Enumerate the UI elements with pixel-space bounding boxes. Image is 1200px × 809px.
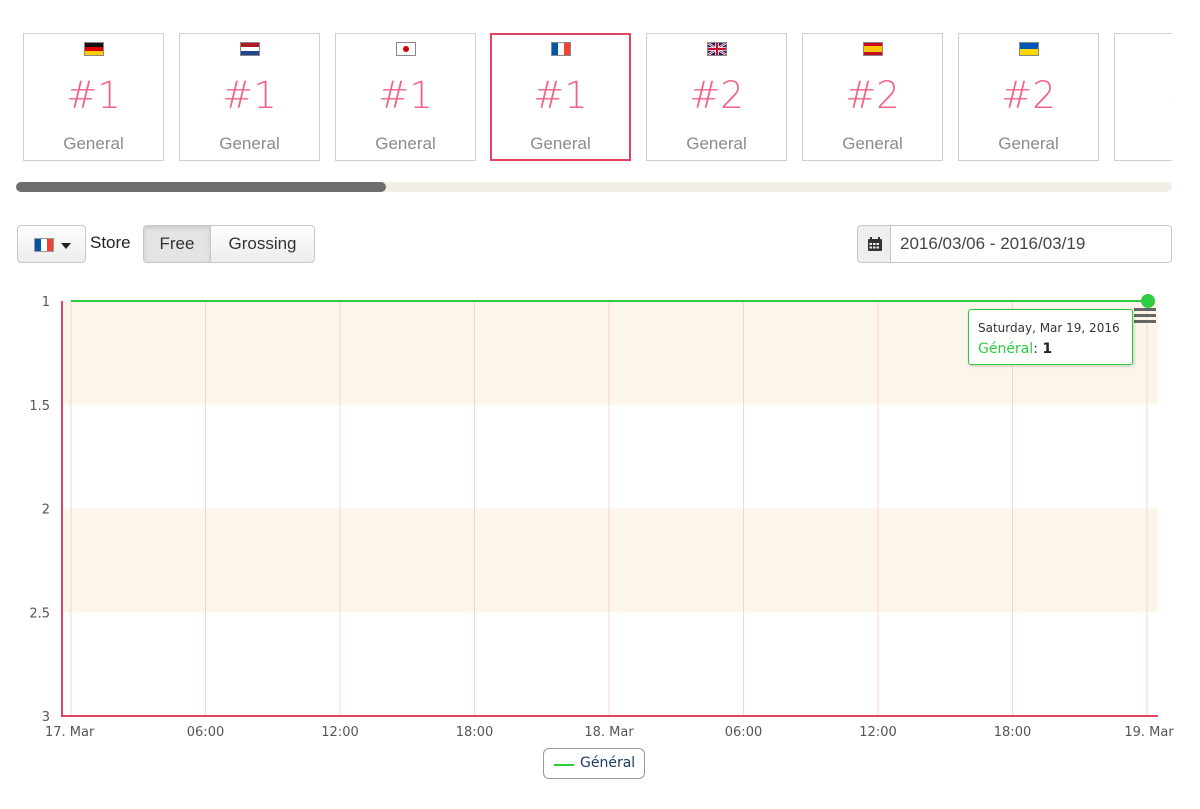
uk-flag-icon — [706, 42, 727, 56]
tooltip-value: 1 — [1042, 341, 1053, 357]
grossing-button[interactable]: Grossing — [211, 225, 315, 263]
country-card[interactable]: #1 General — [179, 33, 320, 161]
country-cards-strip: #1 General #1 General #1 General #1 General #2 Ge… — [0, 0, 1172, 175]
card-rank: #1 — [66, 74, 121, 117]
legend-swatch — [554, 764, 574, 766]
card-category: General — [842, 134, 903, 153]
card-rank: #2 — [845, 74, 900, 117]
country-card[interactable]: #2 General — [958, 33, 1099, 161]
store-label: Store — [90, 233, 131, 252]
card-category: Ge — [1115, 134, 1172, 154]
card-category: General — [686, 134, 747, 153]
calendar-icon — [868, 237, 882, 251]
card-category: General — [219, 134, 280, 153]
y-tick-label: 1.5 — [29, 399, 50, 414]
y-tick-label: 2 — [42, 503, 50, 518]
card-category: General — [375, 134, 436, 153]
x-tick-label: 19. Mar — [1124, 725, 1174, 740]
spain-flag-icon — [862, 42, 883, 56]
y-tick-label: 2.5 — [29, 606, 50, 621]
x-tick-label: 18:00 — [994, 725, 1031, 740]
y-tick-label: 3 — [42, 710, 50, 725]
x-tick-label: 18. Mar — [584, 725, 634, 740]
country-card[interactable]: #1 General — [335, 33, 476, 161]
country-card[interactable]: #2 General — [802, 33, 943, 161]
card-category: General — [63, 134, 124, 153]
card-rank: #1 — [378, 74, 433, 117]
country-dropdown-button[interactable] — [17, 225, 86, 263]
tooltip-date: Saturday, Mar 19, 2016 — [978, 321, 1120, 335]
france-flag-icon — [550, 42, 571, 56]
germany-flag-icon — [83, 42, 104, 56]
card-rank: # — [1115, 76, 1172, 116]
x-tick-label: 17. Mar — [45, 725, 95, 740]
legend-item-general[interactable]: Général — [543, 748, 645, 779]
x-tick-label: 18:00 — [456, 725, 493, 740]
free-button[interactable]: Free — [143, 225, 211, 263]
country-card[interactable]: #1 General — [23, 33, 164, 161]
chart-tooltip: Saturday, Mar 19, 2016 Général: 1 — [968, 309, 1133, 365]
card-rank: #1 — [222, 74, 277, 117]
japan-flag-icon — [395, 42, 416, 56]
ukraine-flag-icon — [1018, 42, 1039, 56]
calendar-button[interactable] — [857, 225, 891, 263]
card-rank: #2 — [689, 74, 744, 117]
country-card[interactable]: # Ge — [1114, 33, 1172, 161]
x-tick-label: 12:00 — [321, 725, 358, 740]
y-tick-label: 1 — [42, 295, 50, 310]
card-category: General — [998, 134, 1059, 153]
country-card[interactable]: #2 General — [646, 33, 787, 161]
date-range-input[interactable]: 2016/03/06 - 2016/03/19 — [890, 225, 1172, 263]
card-rank: #2 — [1001, 74, 1056, 117]
store-type-toggle: Free Grossing — [143, 225, 315, 263]
x-tick-label: 06:00 — [725, 725, 762, 740]
x-tick-label: 06:00 — [187, 725, 224, 740]
tooltip-series: Général — [978, 341, 1034, 357]
tooltip-line: Général: 1 — [978, 341, 1053, 357]
plot-band — [63, 508, 1158, 613]
netherlands-flag-icon — [239, 42, 260, 56]
series-point-general — [1141, 294, 1155, 308]
chart-menu-icon[interactable] — [1134, 307, 1156, 324]
country-card[interactable]: #1 General — [490, 33, 631, 161]
card-rank: #1 — [533, 74, 588, 117]
legend-label: Général — [580, 755, 636, 771]
date-range-picker: 2016/03/06 - 2016/03/19 — [857, 225, 1172, 263]
x-tick-label: 12:00 — [859, 725, 896, 740]
france-flag-icon — [34, 238, 54, 252]
caret-down-icon — [61, 243, 71, 249]
cards-scrollbar-thumb[interactable] — [16, 182, 386, 192]
cards-scrollbar[interactable] — [16, 182, 1172, 192]
card-category: General — [530, 134, 591, 153]
